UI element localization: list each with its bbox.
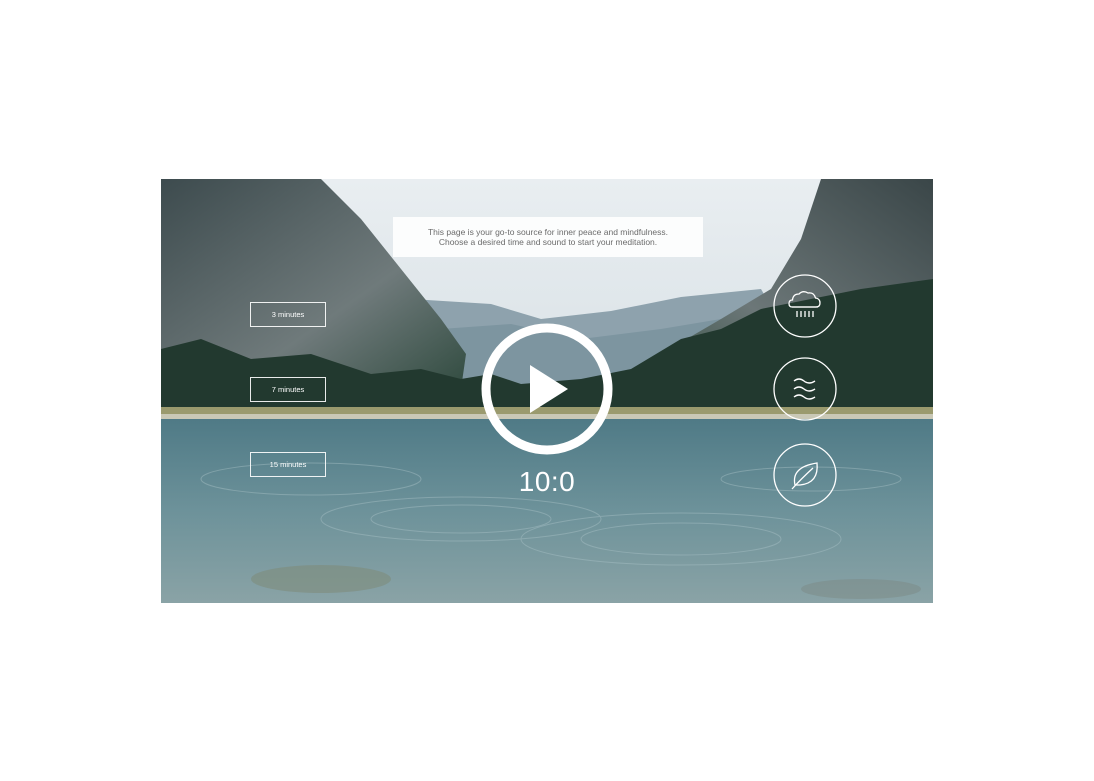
intro-line-2: Choose a desired time and sound to start… [438, 237, 658, 247]
rain-sound-button[interactable] [773, 274, 837, 338]
play-icon [481, 323, 613, 455]
intro-line-1: This page is your go-to source for inner… [427, 227, 669, 237]
meditation-app: This page is your go-to source for inner… [161, 179, 933, 603]
leaf-icon [773, 443, 837, 507]
intro-message: This page is your go-to source for inner… [393, 217, 703, 257]
rain-cloud-icon [773, 274, 837, 338]
play-button[interactable] [480, 322, 614, 456]
wind-sound-button[interactable] [773, 357, 837, 421]
duration-15-minutes-button[interactable]: 15 minutes [250, 452, 326, 477]
duration-7-minutes-button[interactable]: 7 minutes [250, 377, 326, 402]
wind-waves-icon [773, 357, 837, 421]
duration-3-minutes-button[interactable]: 3 minutes [250, 302, 326, 327]
forest-sound-button[interactable] [773, 443, 837, 507]
timer-display: 10:0 [518, 466, 576, 497]
